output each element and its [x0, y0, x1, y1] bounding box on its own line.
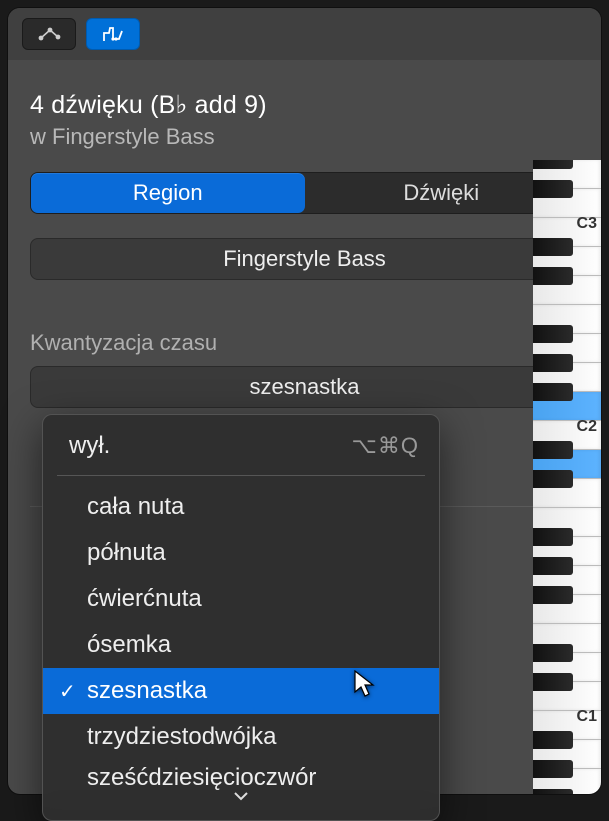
- chevron-down-icon: [232, 790, 250, 802]
- quantize-select[interactable]: szesnastka: [30, 366, 579, 408]
- piano-black-key[interactable]: [533, 644, 573, 662]
- dropdown-item-thirtysecond-note[interactable]: trzydziestodwójka: [43, 714, 439, 760]
- dropdown-item-sixtyfourth-note[interactable]: sześćdziesięcioczwór: [43, 760, 439, 790]
- piano-black-key[interactable]: [533, 470, 573, 488]
- quantize-dropdown-menu: wył. ⌥⌘Q cała nuta półnuta ćwierćnuta ós…: [42, 414, 440, 821]
- dropdown-item-label: szesnastka: [87, 677, 207, 705]
- dropdown-item-label: cała nuta: [87, 493, 184, 521]
- piano-key-label: C2: [577, 418, 597, 436]
- piano-black-key[interactable]: [533, 180, 573, 198]
- piano-key-label: C1: [577, 708, 597, 726]
- piano-black-key[interactable]: [533, 586, 573, 604]
- piano-keyboard[interactable]: C3 C2 C1: [533, 160, 601, 794]
- piano-black-key[interactable]: [533, 354, 573, 372]
- selection-subtitle: w Fingerstyle Bass: [30, 124, 579, 150]
- piano-roll-tool-button[interactable]: [86, 18, 140, 50]
- dropdown-item-label: półnuta: [87, 539, 166, 567]
- selection-header: 4 dźwięku (B♭ add 9) w Fingerstyle Bass: [8, 60, 601, 172]
- dropdown-item-eighth-note[interactable]: ósemka: [43, 622, 439, 668]
- piano-black-key[interactable]: [533, 325, 573, 343]
- piano-key-label: C3: [577, 215, 597, 233]
- dropdown-item-sixteenth-note[interactable]: ✓ szesnastka: [43, 668, 439, 714]
- tab-region[interactable]: Region: [31, 173, 305, 213]
- dropdown-item-whole-note[interactable]: cała nuta: [43, 484, 439, 530]
- piano-black-key[interactable]: [533, 731, 573, 749]
- dropdown-item-label: sześćdziesięcioczwór: [87, 764, 316, 790]
- piano-black-key[interactable]: [533, 160, 573, 169]
- check-icon: ✓: [59, 679, 76, 704]
- inspector-tabs: Region Dźwięki: [30, 172, 579, 214]
- dropdown-shortcut: ⌥⌘Q: [352, 433, 419, 459]
- dropdown-separator: [57, 475, 425, 476]
- dropdown-item-label: ósemka: [87, 631, 171, 659]
- dropdown-scroll-indicator[interactable]: [43, 790, 439, 816]
- automation-tool-button[interactable]: [22, 18, 76, 50]
- dropdown-item-quarter-note[interactable]: ćwierćnuta: [43, 576, 439, 622]
- region-name-field[interactable]: Fingerstyle Bass: [30, 238, 579, 280]
- quantize-selected-value: szesnastka: [249, 374, 359, 400]
- piano-black-key[interactable]: [533, 441, 573, 459]
- piano-black-key[interactable]: [533, 267, 573, 285]
- dropdown-item-label: ćwierćnuta: [87, 585, 202, 613]
- dropdown-item-label: wył.: [69, 432, 110, 460]
- dropdown-item-off[interactable]: wył. ⌥⌘Q: [43, 423, 439, 469]
- editor-toolbar: [8, 8, 601, 60]
- piano-black-key[interactable]: [533, 789, 573, 794]
- selection-title: 4 dźwięku (B♭ add 9): [30, 90, 579, 120]
- piano-black-key[interactable]: [533, 673, 573, 691]
- quantize-label: Kwantyzacja czasu: [30, 330, 579, 356]
- piano-black-key[interactable]: [533, 238, 573, 256]
- piano-black-key[interactable]: [533, 383, 573, 401]
- dropdown-item-half-note[interactable]: półnuta: [43, 530, 439, 576]
- piano-black-key[interactable]: [533, 760, 573, 778]
- piano-black-key[interactable]: [533, 528, 573, 546]
- dropdown-item-label: trzydziestodwójka: [87, 723, 276, 751]
- piano-black-key[interactable]: [533, 557, 573, 575]
